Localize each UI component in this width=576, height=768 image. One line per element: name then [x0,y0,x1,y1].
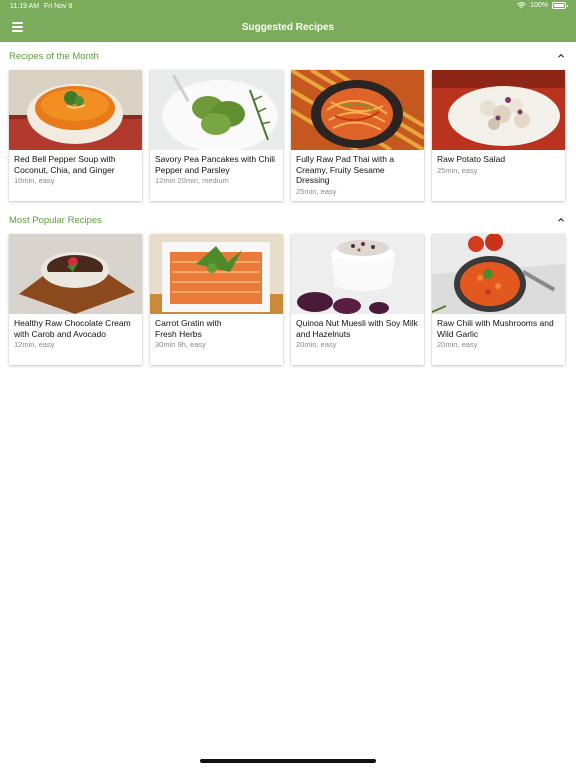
recipe-name: Carrot Gratin with Fresh Herbs [155,318,222,339]
recipe-name: Fully Raw Pad Thai with a Creamy, Fruity… [296,154,395,185]
battery-fill [554,4,564,7]
recipe-card[interactable]: Savory Pea Pancakes with Chili Pepper an… [150,70,283,201]
recipe-meta: 20min, easy [437,340,478,349]
home-indicator[interactable] [200,759,376,763]
recipe-image-carrot-gratin [150,234,283,314]
recipe-name: Raw Chili with Mushrooms and Wild Garlic [437,318,554,339]
recipe-name: Savory Pea Pancakes with Chili Pepper an… [155,154,276,175]
recipe-name: Healthy Raw Chocolate Cream with Carob a… [14,318,131,339]
recipe-list-month: Red Bell Pepper Soup with Coconut, Chia,… [9,70,567,201]
section-title: Most Popular Recipes [9,215,102,226]
recipe-name: Raw Potato Salad [437,154,506,164]
recipe-list-popular: Healthy Raw Chocolate Cream with Carob a… [9,234,567,365]
recipe-meta: 30min 9h, easy [155,340,206,349]
wifi-icon [517,2,526,9]
recipe-card[interactable]: Raw Chili with Mushrooms and Wild Garlic… [432,234,565,365]
section-header-most-popular[interactable]: Most Popular Recipes [0,210,576,230]
section-header-recipes-of-the-month[interactable]: Recipes of the Month [0,46,576,66]
recipe-meta: 25min, easy [437,165,478,175]
section-title: Recipes of the Month [9,51,99,62]
recipe-image-chocolate-cream [9,234,142,314]
recipe-meta: 10min, easy [14,176,55,185]
recipe-card[interactable]: Quinoa Nut Muesli with Soy Milk and Haze… [291,234,424,365]
recipe-image-pad-thai [291,70,424,150]
recipe-name: Red Bell Pepper Soup with Coconut, Chia,… [14,154,116,175]
recipe-name: Quinoa Nut Muesli with Soy Milk and Haze… [296,318,418,339]
chevron-up-icon[interactable] [556,215,566,225]
recipe-meta: 25min, easy [296,186,337,196]
page-title: Suggested Recipes [241,22,335,33]
recipe-image-pepper-soup [9,70,142,150]
chevron-up-icon[interactable] [556,51,566,61]
recipe-meta: 20min, easy [296,340,337,349]
recipe-image-pea-pancakes [150,70,283,150]
status-bar: 11:19 AM Fri Nov 8 100% [0,0,576,14]
recipe-image-quinoa-muesli [291,234,424,314]
recipe-meta: 12min, easy [14,340,55,349]
status-time: 11:19 AM [10,3,40,10]
recipe-card[interactable]: Fully Raw Pad Thai with a Creamy, Fruity… [291,70,424,201]
recipe-image-raw-chili [432,234,565,314]
status-right: 100% [517,2,568,9]
nav-bar: Suggested Recipes [0,14,576,42]
recipe-meta: 12min 20min, medium [155,176,229,185]
recipe-card[interactable]: Red Bell Pepper Soup with Coconut, Chia,… [9,70,142,201]
battery-icon [552,2,568,9]
recipe-card[interactable]: Healthy Raw Chocolate Cream with Carob a… [9,234,142,365]
battery-percent: 100% [530,2,548,9]
recipe-image-potato-salad [432,70,565,150]
recipe-card[interactable]: Carrot Gratin with Fresh Herbs 30min 9h,… [150,234,283,365]
status-date: Fri Nov 8 [44,3,73,10]
recipe-card[interactable]: Raw Potato Salad 25min, easy [432,70,565,201]
